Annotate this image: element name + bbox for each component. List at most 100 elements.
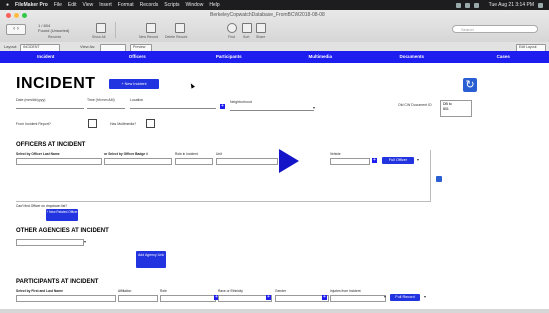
new-related-officer-button[interactable]: + New Related Officer xyxy=(46,209,78,221)
has-multimedia-checkbox[interactable] xyxy=(146,119,155,128)
close-window-icon[interactable] xyxy=(6,13,11,18)
preview-label: Preview xyxy=(133,44,146,49)
vehicle-field[interactable] xyxy=(330,158,370,165)
old-cw-field[interactable]: DB to 801 xyxy=(440,100,472,117)
officer-badge-field[interactable] xyxy=(104,158,172,165)
race-add-button[interactable]: + xyxy=(266,295,271,300)
full-officer-button[interactable]: Full Officer xyxy=(382,157,414,164)
officers-section-title: OFFICERS AT INCIDENT xyxy=(16,142,86,148)
wifi-icon[interactable] xyxy=(464,2,470,8)
gender-label: Gender xyxy=(275,289,286,293)
agency-dropdown-icon[interactable]: ▾ xyxy=(84,239,86,244)
delete-record-icon[interactable] xyxy=(175,23,185,33)
apple-menu-icon[interactable]: ● xyxy=(6,2,9,8)
date-label: Date (mm/dd/yyyy) xyxy=(16,98,46,102)
minimize-window-icon[interactable] xyxy=(14,13,19,18)
layout-select-value: INCIDENT xyxy=(23,44,40,49)
role-field[interactable] xyxy=(175,158,213,165)
full-record-button[interactable]: Full Record xyxy=(390,294,420,301)
agency-select-field[interactable] xyxy=(16,239,84,246)
menu-records[interactable]: Records xyxy=(140,2,159,8)
from-report-checkbox[interactable] xyxy=(88,119,97,128)
location-field[interactable] xyxy=(130,108,216,109)
menubar: ● FileMaker Pro File Edit View Insert Fo… xyxy=(0,0,549,10)
menu-view[interactable]: View xyxy=(83,2,94,8)
affiliation-field[interactable] xyxy=(118,295,158,302)
participants-section-title: PARTICIPANTS AT INCIDENT xyxy=(16,279,99,285)
vehicle-label: Vehicle xyxy=(330,152,341,156)
gender-field[interactable] xyxy=(275,295,329,302)
spotlight-icon[interactable] xyxy=(538,2,543,8)
tab-documents[interactable]: Documents xyxy=(366,51,458,63)
participant-role-field[interactable] xyxy=(160,295,216,302)
officer-name-field[interactable] xyxy=(16,158,102,165)
date-field[interactable] xyxy=(16,108,84,109)
neighborhood-dropdown-icon[interactable]: ▾ xyxy=(313,105,315,110)
injuries-field[interactable] xyxy=(330,295,386,302)
add-agency-button[interactable]: Add Agency Link xyxy=(136,251,166,268)
has-multimedia-label: Has Multimedia? xyxy=(110,122,137,126)
window-title: BerkeleyCopwatchDatabase_FromBCW2018-08-… xyxy=(210,12,325,18)
location-map-button[interactable]: + xyxy=(220,104,225,109)
app-window: ● FileMaker Pro File Edit View Insert Fo… xyxy=(0,0,549,313)
menu-filemaker[interactable]: FileMaker Pro xyxy=(15,2,48,8)
participant-name-label: Select by First and Last Name xyxy=(16,289,63,293)
tab-participants[interactable]: Participants xyxy=(183,51,275,63)
menu-scripts[interactable]: Scripts xyxy=(164,2,179,8)
battery-icon[interactable] xyxy=(473,2,479,8)
unit-field[interactable] xyxy=(216,158,278,165)
old-cw-value-2: 801 xyxy=(443,107,449,111)
search-input[interactable]: Search xyxy=(452,25,538,33)
sort-label: Sort xyxy=(243,35,250,39)
edit-layout-label: Edit Layout xyxy=(519,44,537,49)
gender-add-button[interactable]: + xyxy=(322,295,327,300)
view-as-label: View As: xyxy=(80,43,96,49)
menu-edit[interactable]: Edit xyxy=(68,2,77,8)
video-play-icon[interactable] xyxy=(279,149,299,173)
find-label: Find xyxy=(228,35,235,39)
new-record-label: New Record xyxy=(139,35,159,39)
tab-officers[interactable]: Officers xyxy=(92,51,184,63)
tab-multimedia[interactable]: Multimedia xyxy=(275,51,367,63)
share-label: Share xyxy=(256,35,266,39)
from-report-label: From Incident Report? xyxy=(16,122,51,126)
officer-badge-label: or Select by Officer Badge # xyxy=(104,152,148,156)
menu-window[interactable]: Window xyxy=(186,2,204,8)
window-controls xyxy=(6,13,27,18)
delete-record-label: Delete Record xyxy=(165,35,188,39)
officer-row-dropdown-icon[interactable]: ▾ xyxy=(417,157,419,162)
menu-file[interactable]: File xyxy=(54,2,62,8)
participant-name-field[interactable] xyxy=(16,295,116,302)
zoom-window-icon[interactable] xyxy=(22,13,27,18)
clock[interactable]: Tue Aug 21 3:14 PM xyxy=(489,2,534,8)
layout-label: Layout: xyxy=(4,43,18,49)
participant-row-dropdown-icon[interactable]: ▾ xyxy=(424,294,426,299)
share-icon[interactable] xyxy=(256,23,266,33)
menu-insert[interactable]: Insert xyxy=(99,2,112,8)
record-nav-button[interactable]: ‹ › xyxy=(6,24,26,35)
neighborhood-field[interactable] xyxy=(230,110,314,111)
injuries-dropdown-icon[interactable]: ▾ xyxy=(384,294,386,299)
refresh-icon[interactable]: ↻ xyxy=(463,78,477,92)
unit-label: Unit xyxy=(216,152,222,156)
race-field[interactable] xyxy=(218,295,272,302)
officers-scroll-button[interactable] xyxy=(436,176,442,182)
sort-icon[interactable] xyxy=(242,23,252,33)
tab-incident[interactable]: Incident xyxy=(0,51,92,63)
find-icon[interactable] xyxy=(227,23,237,33)
cant-find-officer-text: Can't find Officer on dropdown list? xyxy=(16,204,68,208)
new-record-icon[interactable] xyxy=(146,23,156,33)
menu-format[interactable]: Format xyxy=(118,2,134,8)
show-all-icon[interactable] xyxy=(96,23,106,33)
officers-scrollbar[interactable] xyxy=(430,150,431,202)
tab-cases[interactable]: Cases xyxy=(458,51,549,63)
menu-help[interactable]: Help xyxy=(209,2,219,8)
time-field[interactable] xyxy=(87,108,125,109)
status-icon[interactable] xyxy=(455,2,461,8)
race-label: Race or Ethnicity xyxy=(218,289,243,293)
add-officer-row-button[interactable]: + xyxy=(372,158,377,163)
location-label: Location xyxy=(130,98,144,102)
new-incident-button[interactable]: + New Incident xyxy=(109,79,159,89)
window-toolbar: BerkeleyCopwatchDatabase_FromBCW2018-08-… xyxy=(0,10,549,43)
page-title: INCIDENT xyxy=(16,75,96,92)
